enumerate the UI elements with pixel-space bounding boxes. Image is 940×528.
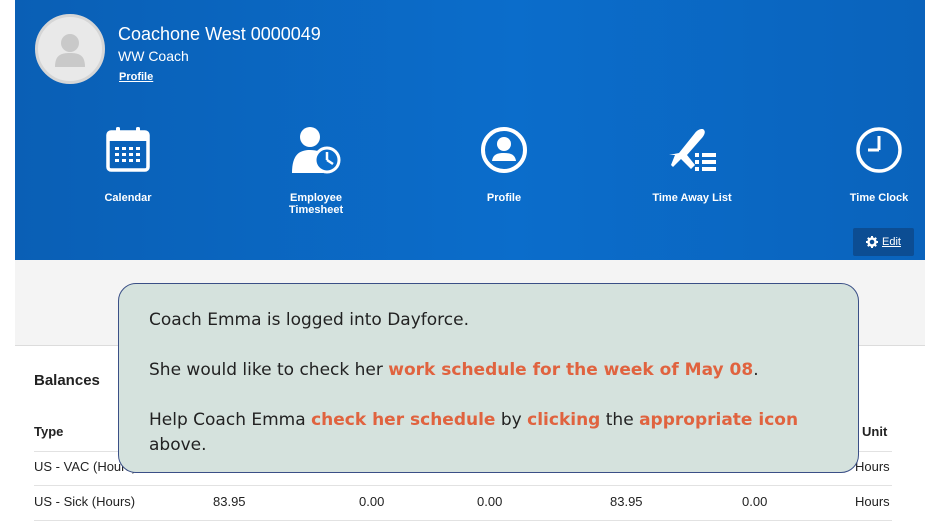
table-cell-value: 0.00	[359, 494, 385, 509]
tile-time-clock[interactable]: Time Clock	[809, 124, 940, 204]
table-cell-value: 83.95	[610, 494, 643, 509]
table-cell-value: 83.95	[213, 494, 246, 509]
user-role: WW Coach	[118, 48, 189, 64]
calendar-icon	[58, 124, 198, 176]
table-cell-unit: Hours	[855, 459, 890, 474]
tile-label-calendar: Calendar	[104, 192, 152, 204]
tile-label-profile: Profile	[486, 192, 522, 204]
instruction-highlight: work schedule for the week of May 08	[388, 360, 754, 380]
gear-icon	[866, 236, 879, 248]
edit-button[interactable]: Edit	[853, 228, 914, 256]
tile-label-employee-timesheet: Employee Timesheet	[288, 192, 344, 216]
instruction-highlight: appropriate icon	[639, 410, 799, 430]
table-cell-type: US - Sick (Hours)	[34, 494, 136, 509]
tile-label-time-away-list: Time Away List	[652, 192, 732, 204]
right-margin	[925, 0, 940, 528]
instruction-line-3: Help Coach Emma check her schedule by cl…	[149, 410, 799, 455]
tile-profile[interactable]: Profile	[434, 124, 574, 204]
balances-title: Balances	[34, 372, 100, 389]
instruction-highlight: check her schedule	[311, 410, 496, 430]
column-header-type: Type	[34, 424, 64, 439]
tile-label-time-clock: Time Clock	[849, 192, 909, 204]
time-away-list-icon	[622, 124, 762, 176]
edit-label: Edit	[882, 236, 901, 248]
avatar[interactable]	[35, 14, 105, 84]
instruction-line-2: She would like to check her work schedul…	[149, 360, 759, 380]
left-margin	[0, 0, 15, 528]
instruction-line-1: Coach Emma is logged into Dayforce.	[149, 310, 469, 330]
tile-time-away-list[interactable]: Time Away List	[622, 124, 762, 204]
header-banner: Coachone West 0000049 WW Coach Profile C…	[15, 0, 925, 260]
tile-calendar[interactable]: Calendar	[58, 124, 198, 204]
tile-employee-timesheet[interactable]: Employee Timesheet	[246, 124, 386, 216]
instruction-highlight: clicking	[527, 410, 601, 430]
time-clock-icon	[809, 124, 940, 176]
instruction-callout: Coach Emma is logged into Dayforce. She …	[118, 283, 859, 473]
user-silhouette-icon	[55, 34, 85, 67]
row-divider	[34, 520, 892, 521]
profile-link[interactable]: Profile	[119, 71, 153, 83]
row-divider	[34, 485, 892, 486]
table-cell-value: 0.00	[742, 494, 768, 509]
employee-timesheet-icon	[246, 124, 386, 176]
column-header-unit: Unit	[862, 424, 888, 439]
table-cell-value: 0.00	[477, 494, 503, 509]
profile-icon	[434, 124, 574, 176]
user-name: Coachone West 0000049	[118, 24, 321, 44]
table-cell-unit: Hours	[855, 494, 890, 509]
